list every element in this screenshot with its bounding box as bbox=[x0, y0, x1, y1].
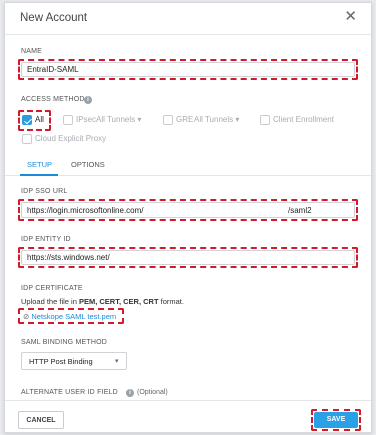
dialog-header: New Account ✕ bbox=[5, 3, 371, 35]
idp-sso-url-value-end: /saml2 bbox=[288, 206, 312, 215]
saml-binding-label: SAML BINDING METHOD bbox=[21, 339, 107, 346]
saml-binding-dropdown[interactable]: HTTP Post Binding ▾ bbox=[21, 352, 127, 370]
tab-bar: SETUP OPTIONS bbox=[5, 154, 371, 176]
info-icon: i bbox=[126, 389, 134, 397]
idp-entity-id-value: https://sts.windows.net/ bbox=[27, 253, 110, 262]
new-account-dialog: New Account ✕ NAME EntraID-SAML ACCESS M… bbox=[4, 2, 372, 433]
certificate-formats: PEM, CERT, CER, CRT bbox=[78, 297, 159, 306]
save-button[interactable]: SAVE bbox=[314, 412, 358, 428]
access-method-label: ACCESS METHOD bbox=[21, 96, 85, 103]
info-icon: i bbox=[84, 96, 92, 104]
name-value: EntraID-SAML bbox=[27, 65, 79, 74]
client-enrollment-label: Client Enrollment bbox=[273, 115, 334, 124]
gre-label: GRE bbox=[176, 115, 194, 124]
client-enrollment-checkbox[interactable] bbox=[260, 115, 270, 125]
ipsec-checkbox[interactable] bbox=[63, 115, 73, 125]
tab-options[interactable]: OPTIONS bbox=[71, 160, 105, 169]
close-icon[interactable]: ✕ bbox=[344, 9, 357, 24]
ipsec-tunnels-value: All Tunnels bbox=[96, 115, 136, 124]
gre-checkbox[interactable] bbox=[163, 115, 173, 125]
gre-tunnels-dropdown[interactable]: All Tunnels ▾ bbox=[194, 115, 239, 124]
idp-entity-id-input[interactable]: https://sts.windows.net/ bbox=[21, 250, 355, 265]
cancel-button[interactable]: CANCEL bbox=[18, 411, 64, 429]
saml-binding-value: HTTP Post Binding bbox=[29, 357, 93, 366]
ipsec-label: IPsec bbox=[76, 115, 97, 124]
chevron-down-icon: ▾ bbox=[115, 358, 119, 365]
gre-tunnels-value: All Tunnels bbox=[194, 115, 234, 124]
chevron-down-icon: ▾ bbox=[137, 115, 142, 124]
certificate-instructions: Upload the file in PEM, CERT, CER, CRT f… bbox=[21, 297, 184, 306]
name-label: NAME bbox=[21, 48, 43, 55]
all-checkbox[interactable] bbox=[22, 115, 32, 125]
cloud-explicit-proxy-checkbox[interactable] bbox=[22, 134, 32, 144]
chevron-down-icon: ▾ bbox=[235, 115, 240, 124]
paperclip-icon: ⊘ bbox=[23, 312, 30, 321]
name-input[interactable]: EntraID-SAML bbox=[21, 62, 355, 77]
tab-active-indicator bbox=[20, 174, 58, 176]
dialog-footer: CANCEL SAVE bbox=[5, 400, 371, 432]
certificate-instructions-suffix: format. bbox=[158, 297, 184, 306]
tab-setup[interactable]: SETUP bbox=[27, 160, 52, 169]
ipsec-tunnels-dropdown[interactable]: All Tunnels ▾ bbox=[96, 115, 141, 124]
all-label: All bbox=[35, 115, 44, 124]
idp-sso-url-value-start: https://login.microsoftonline.com/ bbox=[27, 206, 144, 215]
dialog-title: New Account bbox=[20, 12, 88, 24]
optional-label: (Optional) bbox=[137, 389, 168, 396]
certificate-file-link[interactable]: ⊘ Netskope SAML test.pem bbox=[23, 312, 116, 321]
certificate-instructions-prefix: Upload the file in bbox=[21, 297, 79, 306]
alternate-user-id-label: ALTERNATE USER ID FIELD bbox=[21, 389, 118, 396]
idp-sso-url-label: IDP SSO URL bbox=[21, 188, 68, 195]
idp-sso-url-input[interactable]: https://login.microsoftonline.com/ /saml… bbox=[21, 202, 355, 218]
cloud-explicit-proxy-label: Cloud Explicit Proxy bbox=[35, 134, 107, 143]
certificate-file-name: Netskope SAML test.pem bbox=[31, 312, 117, 321]
idp-certificate-label: IDP CERTIFICATE bbox=[21, 285, 83, 292]
idp-entity-id-label: IDP ENTITY ID bbox=[21, 236, 71, 243]
